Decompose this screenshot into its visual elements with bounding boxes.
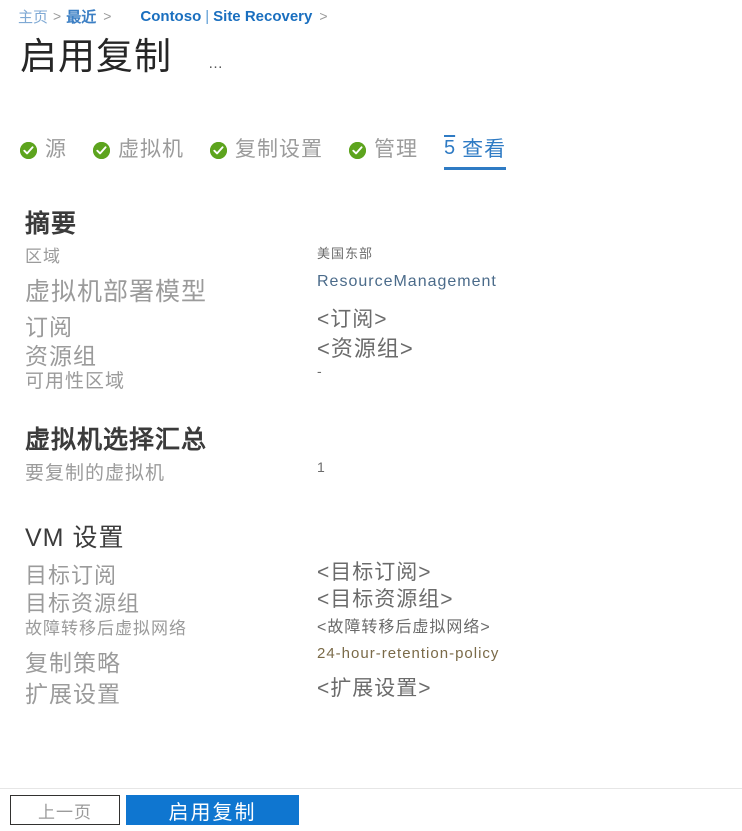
tab-label-virtual-machines: 虚拟机 (118, 138, 184, 161)
previous-button[interactable]: 上一页 (10, 795, 120, 825)
section-heading-vm-selection: 虚拟机选择汇总 (25, 426, 208, 454)
row-value-extension-settings: <扩展设置> (317, 677, 432, 700)
check-circle-icon (93, 141, 110, 159)
row-value-availability-zone: - (317, 363, 323, 379)
check-circle-icon (349, 141, 366, 159)
row-value-vms-to-replicate: 1 (317, 459, 326, 475)
row-label-availability-zone: 可用性区域 (25, 371, 126, 392)
row-label-extension-settings: 扩展设置 (25, 681, 121, 707)
breadcrumb-separator-icon: > (319, 8, 328, 24)
row-value-subscription: <订阅> (317, 308, 388, 331)
page-header: 启用复制 … (20, 36, 225, 79)
check-circle-icon (20, 141, 37, 159)
tab-review[interactable]: 5 查看 (444, 133, 507, 170)
page-title: 启用复制 (20, 36, 172, 77)
wizard-tabs: 源 虚拟机 复制设置 管理 5 查看 (20, 133, 532, 177)
breadcrumb-pipe: | (205, 7, 210, 25)
row-label-deployment-model: 虚拟机部署模型 (25, 278, 208, 306)
enable-replication-button[interactable]: 启用复制 (126, 795, 299, 825)
tab-replication-settings[interactable]: 复制设置 (210, 133, 323, 169)
row-value-failover-network: <故障转移后虚拟网络> (317, 619, 491, 636)
tab-virtual-machines[interactable]: 虚拟机 (93, 133, 184, 169)
section-heading-summary: 摘要 (25, 210, 78, 238)
row-value-replication-policy: 24-hour-retention-policy (317, 645, 500, 662)
tab-label-source: 源 (45, 138, 67, 161)
breadcrumb-item-site-recovery[interactable]: Site Recovery (213, 8, 312, 25)
row-label-vms-to-replicate: 要复制的虚拟机 (25, 463, 166, 484)
tab-label-review: 查看 (462, 138, 507, 161)
more-options-icon[interactable]: … (208, 55, 225, 72)
row-label-replication-policy: 复制策略 (25, 650, 121, 676)
row-label-failover-network: 故障转移后虚拟网络 (25, 619, 187, 638)
tab-source[interactable]: 源 (20, 133, 67, 169)
section-heading-vm-settings: VM 设置 (25, 524, 125, 552)
breadcrumb-item-home[interactable]: 主页 (18, 6, 48, 27)
row-value-region: 美国东部 (317, 246, 374, 261)
wizard-footer: 上一页 启用复制 (0, 788, 742, 831)
tab-label-replication-settings: 复制设置 (235, 138, 323, 161)
breadcrumb-separator-icon: > (53, 8, 62, 24)
row-value-deployment-model: ResourceManagement (317, 273, 497, 290)
row-value-resource-group: <资源组> (317, 336, 414, 361)
row-value-target-resource-group: <目标资源组> (317, 588, 454, 611)
breadcrumb: 主页 > 最近 > Contoso | Site Recovery > (18, 4, 335, 28)
tab-manage[interactable]: 管理 (349, 133, 418, 169)
breadcrumb-item-recent[interactable]: 最近 (66, 6, 96, 27)
breadcrumb-item-contoso[interactable]: Contoso (140, 8, 201, 25)
row-value-target-subscription: <目标订阅> (317, 561, 432, 584)
breadcrumb-separator-icon: > (103, 8, 112, 24)
tab-label-manage: 管理 (374, 138, 418, 161)
check-circle-icon (210, 141, 227, 159)
row-label-region: 区域 (25, 247, 61, 266)
tab-step-number: 5 (444, 136, 456, 159)
